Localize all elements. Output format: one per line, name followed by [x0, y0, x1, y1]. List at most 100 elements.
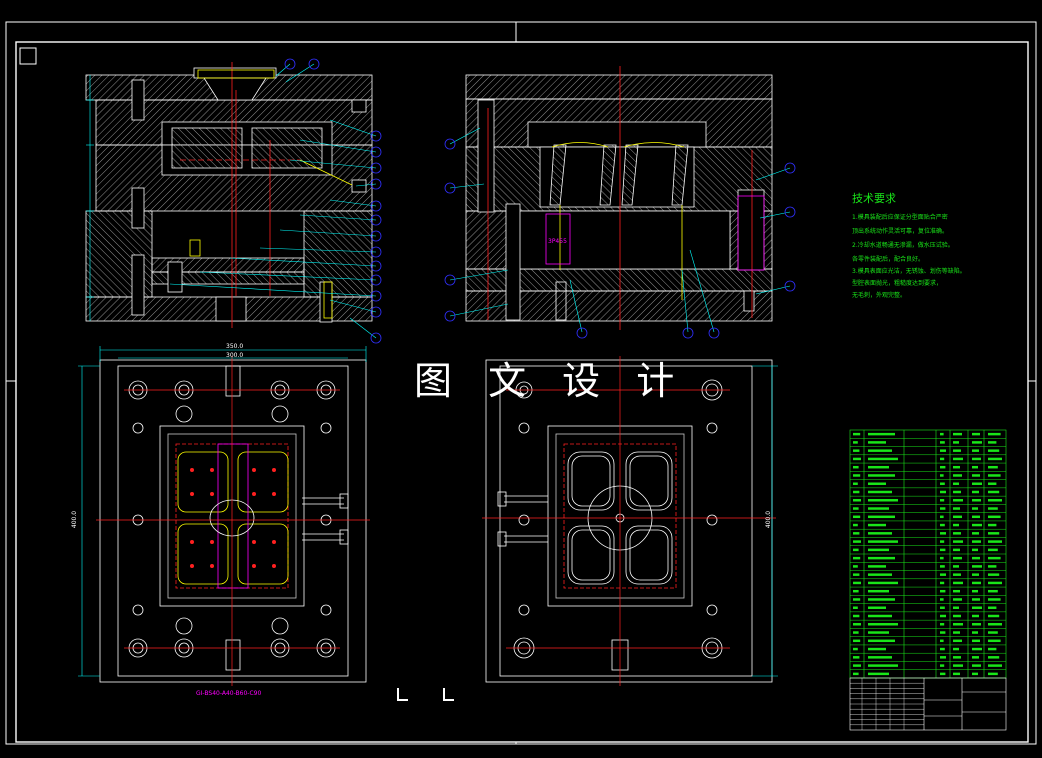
bom-cell-mark	[972, 647, 982, 651]
bom-cell-mark	[940, 672, 946, 676]
bom-cell-mark	[853, 490, 860, 494]
bom-cell-mark	[868, 614, 892, 618]
tech-line: 型腔表面抛光，粗糙度达到要求，	[852, 280, 943, 287]
plan-left-dims	[78, 346, 367, 677]
bom-cell-mark	[972, 507, 978, 510]
dim-height-right: 400.0	[765, 510, 773, 529]
bom-cell-mark	[953, 606, 959, 609]
bom-cell-mark	[972, 490, 979, 494]
bom-cell-mark	[988, 499, 1002, 502]
bom-cell-mark	[940, 589, 946, 593]
bom-cell-mark	[868, 441, 886, 444]
bom-cell-mark	[988, 490, 1000, 494]
bom-cell-mark	[868, 457, 898, 461]
mold-base-spec: GI-BS40-A40-B60-C90	[196, 690, 262, 697]
tech-line: 2.冷却水道畅通无渗漏，做水压试验。	[852, 242, 954, 249]
bom-cell-mark	[972, 499, 981, 502]
bom-cell-mark	[988, 507, 998, 510]
bom-cell-mark	[940, 457, 945, 461]
section-view-left	[85, 67, 373, 323]
bom-cell-mark	[988, 565, 997, 568]
bom-cell-mark	[853, 565, 858, 568]
tech-requirements-title: 技术要求	[852, 192, 896, 205]
bom-cell-mark	[953, 639, 962, 643]
bom-cell-mark	[853, 581, 861, 585]
bom-cell-mark	[853, 647, 858, 651]
bom-cell-mark	[972, 515, 980, 519]
bom-cell-mark	[868, 573, 892, 576]
bom-cell-mark	[972, 639, 980, 643]
bom-cell-mark	[953, 523, 959, 527]
bom-cell-mark	[988, 482, 997, 485]
bom-cell-mark	[988, 656, 1000, 659]
bom-cell-mark	[940, 507, 946, 510]
bom-cell-mark	[868, 623, 898, 626]
bom-cell-mark	[853, 664, 861, 667]
bom-cell-mark	[953, 490, 961, 494]
bom-cell-mark	[940, 449, 946, 452]
bom-cell-mark	[868, 581, 898, 585]
bom-cell-mark	[988, 623, 1002, 626]
bom-cell-mark	[853, 639, 861, 643]
bom-cell-mark	[868, 672, 889, 676]
bom-cell-mark	[988, 441, 997, 444]
plan-view-left	[99, 359, 367, 683]
bom-cell-mark	[940, 482, 945, 485]
bom-cell-mark	[953, 623, 963, 626]
bom-cell-mark	[940, 532, 946, 535]
bom-cell-mark	[953, 589, 960, 593]
bom-cell-mark	[972, 482, 982, 485]
bom-cell-mark	[953, 465, 960, 469]
bom-cell-mark	[868, 598, 895, 601]
bom-cell-mark	[953, 482, 959, 485]
bom-cell-mark	[988, 523, 997, 527]
bom-cell-mark	[972, 672, 978, 676]
bom-cell-mark	[853, 548, 859, 552]
bom-cell-mark	[953, 499, 963, 502]
bom-cell-mark	[972, 457, 981, 461]
bom-cell-mark	[868, 523, 886, 527]
bom-cell-mark	[988, 573, 1000, 576]
bom-cell-mark	[868, 647, 886, 651]
bom-cell-mark	[972, 432, 980, 436]
bom-cell-mark	[868, 432, 895, 436]
bom-cell-mark	[972, 532, 979, 535]
bom-cell-mark	[972, 664, 981, 667]
section-view-right	[465, 74, 773, 322]
bom-cell-mark	[988, 639, 1001, 643]
bom-cell-mark	[940, 606, 945, 609]
bom-cell-mark	[953, 656, 961, 659]
bom-cell-mark	[853, 589, 859, 593]
bom-cell-mark	[853, 507, 859, 510]
watermark-text: 图 文 设 计	[414, 359, 687, 403]
bom-cell-mark	[853, 672, 859, 676]
bom-cell-mark	[868, 631, 889, 634]
bom-cell-mark	[988, 432, 1001, 436]
bom-cell-mark	[868, 532, 892, 535]
bom-cell-mark	[972, 449, 979, 452]
bom-cell-mark	[953, 515, 962, 519]
bom-cell-mark	[868, 606, 886, 609]
bom-cell-mark	[953, 449, 961, 452]
bom-cell-mark	[972, 523, 982, 527]
bom-cell-mark	[953, 457, 963, 461]
bom-cell-mark	[868, 449, 892, 452]
dim-width-outer: 350.0	[226, 343, 244, 350]
tech-line: 1.模具装配后应保证分型面贴合严密	[852, 214, 948, 221]
dim-width-inner: 300.0	[226, 352, 244, 359]
bom-cell-mark	[988, 581, 1002, 585]
bom-cell-mark	[972, 573, 979, 576]
bom-cell-mark	[868, 589, 889, 593]
bom-cell-mark	[972, 565, 982, 568]
bom-cell-mark	[988, 614, 1000, 618]
bom-cell-mark	[940, 515, 944, 519]
section-markers	[397, 688, 454, 701]
bom-cell-mark	[972, 474, 980, 477]
bom-cell-mark	[988, 457, 1002, 461]
bom-cell-mark	[988, 548, 998, 552]
bom-cell-mark	[853, 432, 861, 436]
bom-cell-mark	[853, 598, 861, 601]
bom-cell-mark	[988, 474, 1001, 477]
bom-cell-mark	[988, 589, 998, 593]
bom-cell-mark	[953, 581, 963, 585]
